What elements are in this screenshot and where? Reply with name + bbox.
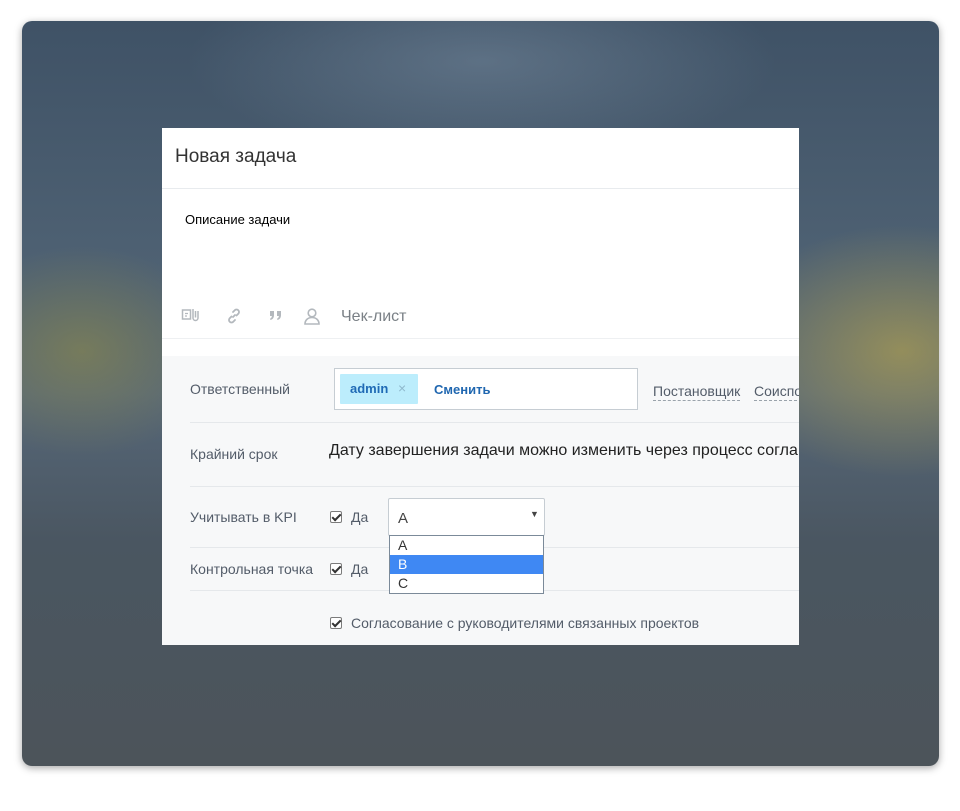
change-responsible-link[interactable]: Сменить [434, 382, 490, 397]
link-icon[interactable] [225, 307, 243, 325]
originator-link[interactable]: Постановщик [653, 383, 741, 401]
kpi-option-b[interactable]: B [390, 555, 543, 574]
user-mention-icon[interactable] [303, 307, 321, 325]
task-description-editor[interactable]: Описание задачи [162, 189, 799, 299]
quote-icon[interactable] [268, 307, 286, 325]
kpi-select-dropdown: A B C [389, 535, 544, 594]
task-form: Ответственный admin × Сменить Постановщи… [162, 356, 799, 645]
description-placeholder: Описание задачи [185, 212, 291, 227]
responsible-user-tag[interactable]: admin × [340, 374, 418, 404]
approval-checkbox-label: Согласование с руководителями связанных … [351, 615, 700, 631]
kpi-label: Учитывать в KPI [190, 509, 297, 525]
approval-checkbox[interactable] [330, 617, 342, 629]
attach-icon[interactable] [181, 307, 199, 325]
kpi-option-a[interactable]: A [390, 536, 543, 555]
remove-user-icon[interactable]: × [398, 380, 406, 396]
editor-toolbar: Чек-лист [162, 299, 799, 337]
row-divider [190, 422, 799, 423]
deadline-label: Крайний срок [190, 446, 278, 462]
row-divider [190, 486, 799, 487]
kpi-checkbox-label: Да [351, 509, 369, 525]
co-assignee-link[interactable]: Соиспо [754, 383, 799, 401]
checkpoint-label: Контрольная точка [190, 561, 314, 577]
checkpoint-checkbox[interactable] [330, 563, 342, 575]
chevron-down-icon: ▼ [530, 509, 539, 519]
deadline-info-text: Дату завершения задачи можно изменить че… [329, 442, 798, 459]
dialog-title: Новая задача [175, 146, 297, 167]
kpi-select[interactable]: A ▼ [388, 498, 545, 536]
kpi-option-c[interactable]: C [390, 574, 543, 593]
responsible-user-name: admin [350, 381, 389, 396]
checkpoint-checkbox-label: Да [351, 561, 369, 577]
toolbar-divider [162, 338, 799, 339]
kpi-select-value: A [398, 510, 409, 527]
new-task-dialog: Новая задача Описание задачи Чек-лист От… [162, 128, 799, 645]
checklist-button[interactable]: Чек-лист [341, 308, 407, 326]
responsible-field[interactable]: admin × Сменить [334, 368, 638, 410]
kpi-checkbox[interactable] [330, 511, 342, 523]
responsible-label: Ответственный [190, 381, 290, 397]
